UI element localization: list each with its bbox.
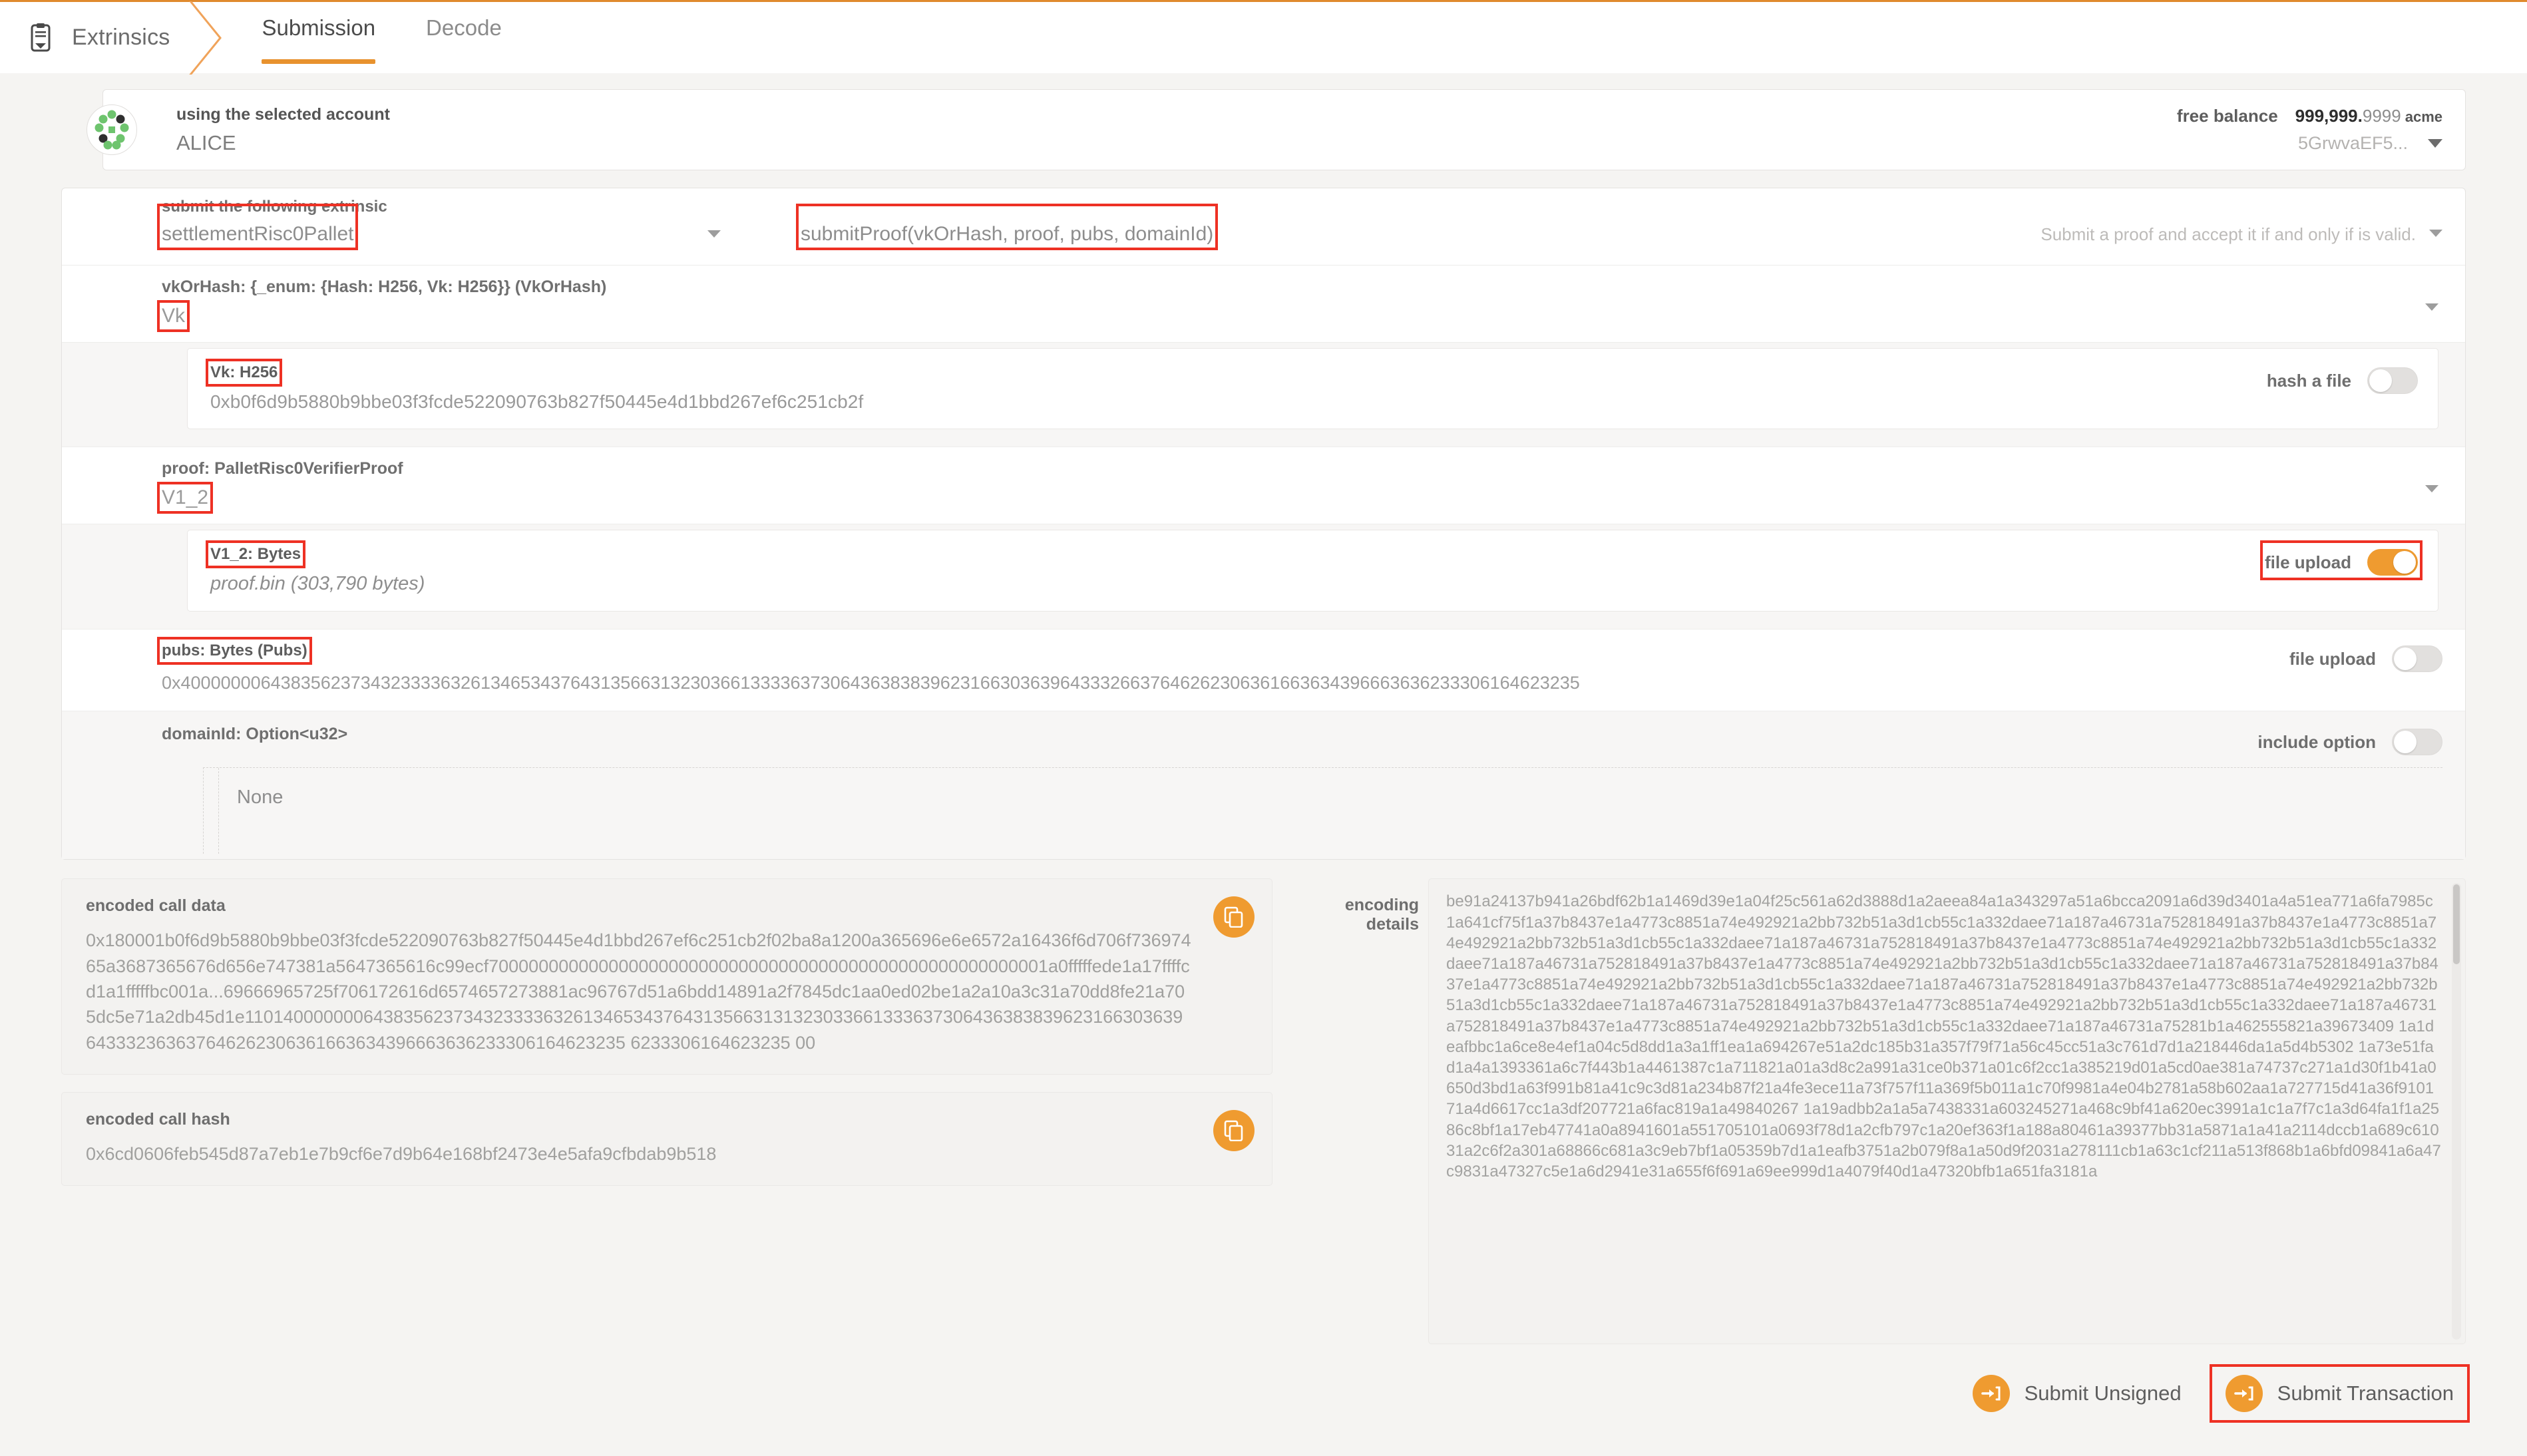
vk-h256-input-block[interactable]: Vk: H256 0xb0f6d9b5880b9bbe03f3fcde52209… xyxy=(187,348,2438,429)
chevron-down-icon[interactable] xyxy=(2428,139,2442,148)
field-vkorhash-child: Vk: H256 0xb0f6d9b5880b9bbe03f3fcde52209… xyxy=(62,343,2465,447)
balance-unit: acme xyxy=(2405,108,2442,125)
clipboard-icon xyxy=(27,23,55,53)
arrow-right-into-bracket-icon xyxy=(1972,1375,2010,1413)
pubs-file-upload-toggle[interactable] xyxy=(2392,645,2442,672)
encoded-call-hash-value: 0x6cd0606feb545d87a7eb1e7b9cf6e7d9b64e16… xyxy=(86,1144,717,1165)
proof-bytes-input-block[interactable]: V1_2: Bytes proof.bin (303,790 bytes) fi… xyxy=(187,530,2438,612)
encoding-details-column: encoding details be91a24137b941a26bdf62b… xyxy=(1288,878,2466,1345)
submit-transaction-button[interactable]: Submit Transaction xyxy=(2209,1364,2470,1423)
method-hint-text: Submit a proof and accept it if and only… xyxy=(2041,224,2416,244)
tab-decode-label: Decode xyxy=(426,15,502,40)
balance-label: free balance xyxy=(2176,106,2278,126)
field-proof: proof: PalletRisc0VerifierProof V1_2 xyxy=(62,447,2465,524)
action-button-bar: Submit Unsigned Submit Transaction xyxy=(0,1344,2527,1423)
scrollbar-thumb[interactable] xyxy=(2453,884,2460,965)
extrinsic-selector-row: submit the following extrinsic settlemen… xyxy=(62,188,2465,266)
page-content: using the selected account ALICE free ba… xyxy=(0,73,2527,1345)
proof-bytes-label: V1_2: Bytes xyxy=(205,540,306,568)
encoded-call-hash-panel: encoded call hash 0x6cd0606feb545d87a7eb… xyxy=(61,1092,1272,1186)
top-navigation-bar: Extrinsics Submission Decode xyxy=(0,0,2527,75)
breadcrumb: Extrinsics xyxy=(0,2,170,73)
proof-file-upload-toggle-group[interactable]: file upload xyxy=(2260,540,2423,580)
domainid-label: domainId: Option<u32> xyxy=(162,725,348,744)
balance-integer: 999,999. xyxy=(2295,106,2363,126)
vk-h256-label: Vk: H256 xyxy=(205,359,283,387)
vk-h256-value[interactable]: 0xb0f6d9b5880b9bbe03f3fcde522090763b827f… xyxy=(210,391,2267,413)
proof-label: proof: PalletRisc0VerifierProof xyxy=(162,459,403,478)
breadcrumb-separator-icon xyxy=(170,1,243,75)
pallet-dropdown[interactable]: settlementRisc0Pallet xyxy=(156,203,734,250)
encoding-details-box[interactable]: be91a24137b941a26bdf62b1a1469d39e1a04f25… xyxy=(1428,878,2466,1345)
pubs-input-block[interactable]: pubs: Bytes (Pubs) 0x4000000064383562373… xyxy=(62,630,2465,711)
hash-a-file-label: hash a file xyxy=(2266,370,2351,391)
tree-guide-line xyxy=(218,768,219,854)
proof-file-upload-label: file upload xyxy=(2265,552,2351,572)
encoded-call-data-panel: encoded call data 0x180001b0f6d9b5880b9b… xyxy=(61,878,1272,1075)
domainid-value: None xyxy=(237,787,284,809)
tab-bar: Submission Decode xyxy=(243,2,520,73)
chevron-down-icon[interactable] xyxy=(707,230,721,242)
encoded-call-data-value: 0x180001b0f6d9b5880b9bbe03f3fcde52209076… xyxy=(86,930,1191,1053)
include-option-toggle[interactable] xyxy=(2392,729,2442,756)
vkorhash-enum-dropdown[interactable]: vkOrHash: {_enum: {Hash: H256, Vk: H256}… xyxy=(62,266,2465,342)
balance-fraction: 9999 xyxy=(2362,106,2401,126)
pubs-file-upload-label: file upload xyxy=(2289,648,2376,669)
breadcrumb-label: Extrinsics xyxy=(72,25,170,50)
tab-decode[interactable]: Decode xyxy=(407,2,520,73)
field-pubs: pubs: Bytes (Pubs) 0x4000000064383562373… xyxy=(62,630,2465,712)
chevron-down-icon[interactable] xyxy=(2429,229,2442,241)
encoded-column: encoded call data 0x180001b0f6d9b5880b9b… xyxy=(61,878,1272,1186)
encoding-details-scrollbar[interactable] xyxy=(2452,883,2461,1340)
hash-a-file-toggle[interactable] xyxy=(2367,367,2418,394)
copy-icon[interactable] xyxy=(1213,1110,1255,1152)
encoding-details-label: encoding details xyxy=(1344,896,1419,934)
pubs-file-upload-toggle-group[interactable]: file upload xyxy=(2289,641,2442,672)
extrinsic-card: submit the following extrinsic settlemen… xyxy=(61,188,2466,860)
field-vkorhash: vkOrHash: {_enum: {Hash: H256, Vk: H256}… xyxy=(62,266,2465,343)
tab-submission-label: Submission xyxy=(262,15,376,40)
field-proof-child: V1_2: Bytes proof.bin (303,790 bytes) fi… xyxy=(62,524,2465,630)
copy-icon[interactable] xyxy=(1213,896,1255,938)
proof-enum-dropdown[interactable]: proof: PalletRisc0VerifierProof V1_2 xyxy=(62,447,2465,524)
submit-unsigned-label: Submit Unsigned xyxy=(2024,1381,2182,1405)
hash-a-file-toggle-group[interactable]: hash a file xyxy=(2267,363,2418,394)
balance-line: free balance 999,999.9999 acme xyxy=(2177,106,2442,126)
account-identicon xyxy=(87,104,137,155)
pubs-value[interactable]: 0x40000000643835623734323333632613465343… xyxy=(162,671,2263,695)
pallet-value: settlementRisc0Pallet xyxy=(156,203,359,250)
vkorhash-value: Vk xyxy=(156,300,190,332)
domainid-option-body: None xyxy=(203,767,2442,854)
proof-file-name: proof.bin (303,790 bytes) xyxy=(210,573,425,594)
method-dropdown[interactable]: submitProof(vkOrHash, proof, pubs, domai… xyxy=(734,203,2041,250)
account-title: using the selected account xyxy=(176,104,390,124)
encoded-call-hash-label: encoded call hash xyxy=(86,1110,230,1129)
encoding-panels: encoded call data 0x180001b0f6d9b5880b9b… xyxy=(61,860,2466,1345)
account-address-selector[interactable]: 5GrwvaEF5... xyxy=(2177,133,2442,154)
field-domainid: domainId: Option<u32> include option Non… xyxy=(62,711,2465,860)
account-card: using the selected account ALICE free ba… xyxy=(102,89,2466,170)
include-option-toggle-group[interactable]: include option xyxy=(2257,725,2442,756)
method-hint-dropdown[interactable]: Submit a proof and accept it if and only… xyxy=(2041,208,2442,245)
tab-submission[interactable]: Submission xyxy=(243,2,394,73)
encoded-call-data-label: encoded call data xyxy=(86,896,226,916)
proof-value: V1_2 xyxy=(156,482,214,514)
proof-file-upload-toggle[interactable] xyxy=(2367,549,2418,576)
encoding-details-value: be91a24137b941a26bdf62b1a1469d39e1a04f25… xyxy=(1446,892,2441,1181)
chevron-down-icon[interactable] xyxy=(2425,303,2438,315)
account-name: ALICE xyxy=(176,130,236,154)
chevron-down-icon[interactable] xyxy=(2425,484,2438,496)
method-value: submitProof(vkOrHash, proof, pubs, domai… xyxy=(795,203,1219,250)
account-address: 5GrwvaEF5... xyxy=(2297,133,2408,153)
arrow-right-into-bracket-icon xyxy=(2225,1375,2263,1413)
submit-unsigned-button[interactable]: Submit Unsigned xyxy=(1961,1368,2194,1419)
pubs-label: pubs: Bytes (Pubs) xyxy=(157,637,312,665)
submit-transaction-label: Submit Transaction xyxy=(2277,1381,2454,1405)
account-section: using the selected account ALICE free ba… xyxy=(61,89,2466,170)
vkorhash-label: vkOrHash: {_enum: {Hash: H256, Vk: H256}… xyxy=(162,277,607,296)
include-option-label: include option xyxy=(2257,731,2376,752)
